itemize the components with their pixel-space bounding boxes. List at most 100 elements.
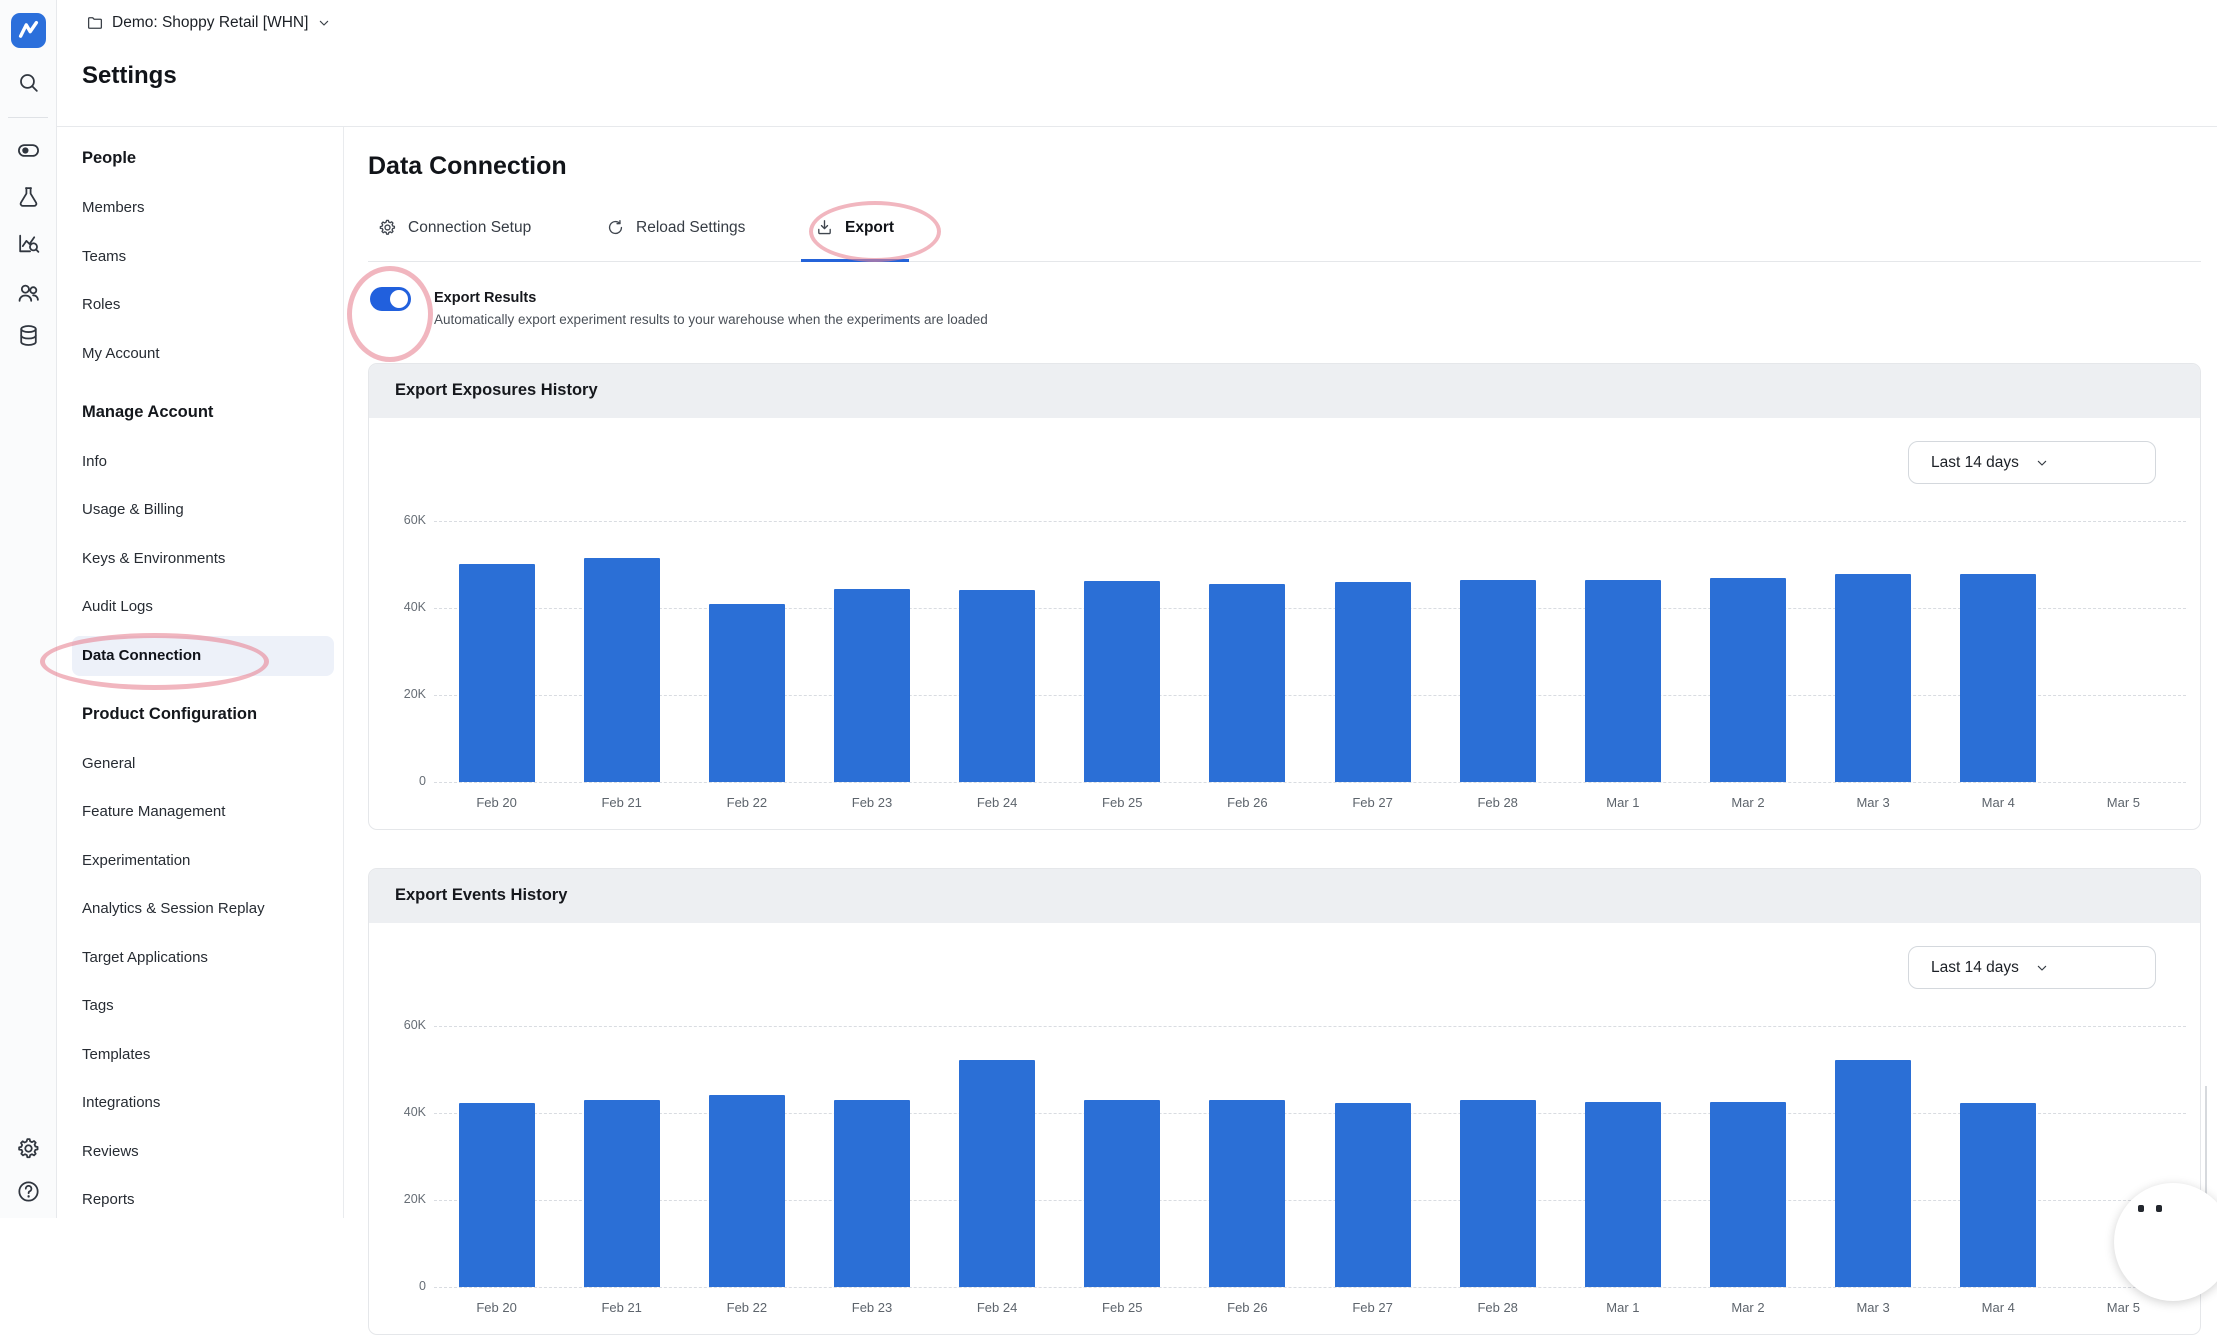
x-axis-tick: Feb 22 bbox=[692, 1300, 802, 1315]
sidebar-item-my-account[interactable]: My Account bbox=[82, 339, 332, 369]
x-axis-tick: Feb 21 bbox=[567, 795, 677, 810]
sidebar-item-analytics-session-replay[interactable]: Analytics & Session Replay bbox=[82, 894, 332, 924]
bar-feb-27 bbox=[1335, 582, 1411, 782]
sidebar-item-info[interactable]: Info bbox=[82, 447, 332, 477]
x-axis-tick: Feb 26 bbox=[1192, 795, 1302, 810]
tab-bar-divider bbox=[368, 261, 2201, 262]
x-axis-tick: Feb 24 bbox=[942, 1300, 1052, 1315]
tab-label: Export bbox=[845, 219, 894, 237]
sidebar-section-heading: Manage Account bbox=[82, 397, 332, 427]
card-title: Export Events History bbox=[395, 886, 567, 905]
search-icon[interactable] bbox=[16, 70, 41, 95]
x-axis-tick: Mar 1 bbox=[1568, 1300, 1678, 1315]
y-axis-tick: 40K bbox=[384, 1105, 426, 1119]
sidebar-item-integrations[interactable]: Integrations bbox=[82, 1088, 332, 1118]
x-axis-tick: Feb 27 bbox=[1318, 1300, 1428, 1315]
x-axis-tick: Mar 3 bbox=[1818, 795, 1928, 810]
x-axis-tick: Mar 5 bbox=[2068, 795, 2178, 810]
analytics-chart-icon[interactable] bbox=[16, 231, 41, 256]
x-axis-tick: Feb 21 bbox=[567, 1300, 677, 1315]
x-axis-tick: Mar 3 bbox=[1818, 1300, 1928, 1315]
page-title: Settings bbox=[82, 62, 177, 90]
x-axis-tick: Feb 20 bbox=[442, 795, 552, 810]
x-axis-tick: Feb 24 bbox=[942, 795, 1052, 810]
tab-reload-settings[interactable]: Reload Settings bbox=[606, 218, 745, 237]
bar-feb-25 bbox=[1084, 1100, 1160, 1287]
feature-toggle-icon[interactable] bbox=[16, 138, 41, 163]
gridline bbox=[434, 1113, 2186, 1114]
sidebar-item-tags[interactable]: Tags bbox=[82, 991, 332, 1021]
x-axis-tick: Feb 25 bbox=[1067, 795, 1177, 810]
card-header: Export Events History bbox=[369, 869, 2200, 923]
bar-mar-4 bbox=[1960, 1103, 2036, 1287]
folder-icon bbox=[86, 14, 104, 32]
bar-feb-24 bbox=[959, 1060, 1035, 1288]
bar-feb-25 bbox=[1084, 581, 1160, 782]
sidebar-item-target-applications[interactable]: Target Applications bbox=[82, 943, 332, 973]
toggle-knob bbox=[390, 290, 408, 308]
fab-glyph bbox=[2138, 1205, 2144, 1212]
x-axis-tick: Mar 2 bbox=[1693, 795, 1803, 810]
x-axis-tick: Feb 22 bbox=[692, 795, 802, 810]
gridline bbox=[434, 1026, 2186, 1027]
x-axis-tick: Feb 26 bbox=[1192, 1300, 1302, 1315]
bar-feb-27 bbox=[1335, 1103, 1411, 1287]
sidebar-item-roles[interactable]: Roles bbox=[82, 290, 332, 320]
gridline bbox=[434, 521, 2186, 522]
sidebar-item-experimentation[interactable]: Experimentation bbox=[82, 846, 332, 876]
rail-divider bbox=[8, 117, 48, 118]
x-axis-tick: Mar 1 bbox=[1568, 795, 1678, 810]
export-results-label: Export Results bbox=[434, 290, 536, 306]
sidebar-item-reviews[interactable]: Reviews bbox=[82, 1137, 332, 1167]
breadcrumb[interactable]: Demo: Shoppy Retail [WHN] bbox=[86, 14, 332, 32]
sidebar-section-heading: Product Configuration bbox=[82, 699, 332, 729]
tab-export[interactable]: Export bbox=[815, 218, 894, 237]
sidebar-item-teams[interactable]: Teams bbox=[82, 242, 332, 272]
gridline bbox=[434, 1287, 2186, 1288]
sidebar-item-keys-environments[interactable]: Keys & Environments bbox=[82, 544, 332, 574]
x-axis-tick: Feb 27 bbox=[1318, 795, 1428, 810]
bar-feb-21 bbox=[584, 1100, 660, 1287]
x-axis-tick: Feb 23 bbox=[817, 1300, 927, 1315]
bar-feb-26 bbox=[1209, 1100, 1285, 1287]
x-axis-tick: Feb 25 bbox=[1067, 1300, 1177, 1315]
app-logo-icon[interactable] bbox=[11, 13, 46, 48]
sidebar-item-usage-billing[interactable]: Usage & Billing bbox=[82, 495, 332, 525]
bar-feb-21 bbox=[584, 558, 660, 782]
header-divider bbox=[57, 126, 2217, 127]
bar-mar-1 bbox=[1585, 580, 1661, 782]
date-range-dropdown[interactable]: Last 14 days bbox=[1908, 946, 2156, 989]
date-range-value: Last 14 days bbox=[1931, 454, 2034, 472]
sidebar-item-templates[interactable]: Templates bbox=[82, 1040, 332, 1070]
x-axis-tick: Feb 28 bbox=[1443, 1300, 1553, 1315]
refresh-icon bbox=[606, 218, 625, 237]
sidebar-section-heading: People bbox=[82, 143, 332, 173]
section-title: Data Connection bbox=[368, 152, 567, 181]
tab-label: Connection Setup bbox=[408, 219, 531, 237]
bar-feb-22 bbox=[709, 1095, 785, 1287]
export-results-toggle[interactable] bbox=[370, 287, 411, 311]
date-range-dropdown[interactable]: Last 14 days bbox=[1908, 441, 2156, 484]
tab-connection-setup[interactable]: Connection Setup bbox=[378, 218, 531, 237]
sidebar-divider bbox=[343, 127, 344, 1218]
sidebar-item-feature-management[interactable]: Feature Management bbox=[82, 797, 332, 827]
sidebar-item-general[interactable]: General bbox=[82, 749, 332, 779]
sidebar-item-data-connection[interactable]: Data Connection bbox=[82, 641, 332, 671]
x-axis-tick: Mar 4 bbox=[1943, 1300, 2053, 1315]
audiences-people-icon[interactable] bbox=[16, 280, 41, 305]
help-icon[interactable] bbox=[16, 1179, 41, 1204]
sidebar-item-reports[interactable]: Reports bbox=[82, 1185, 332, 1215]
bar-feb-22 bbox=[709, 604, 785, 782]
data-database-icon[interactable] bbox=[16, 323, 41, 348]
settings-gear-icon[interactable] bbox=[16, 1136, 41, 1161]
chart-card-0: Export Exposures HistoryLast 14 days020K… bbox=[368, 363, 2201, 830]
chevron-down-icon bbox=[316, 15, 332, 31]
export-results-description: Automatically export experiment results … bbox=[434, 312, 988, 327]
bar-feb-28 bbox=[1460, 580, 1536, 782]
experiments-flask-icon[interactable] bbox=[16, 185, 41, 210]
sidebar-item-members[interactable]: Members bbox=[82, 193, 332, 223]
x-axis-tick: Mar 2 bbox=[1693, 1300, 1803, 1315]
tab-label: Reload Settings bbox=[636, 219, 745, 237]
sidebar-item-audit-logs[interactable]: Audit Logs bbox=[82, 592, 332, 622]
chevron-down-icon bbox=[2034, 455, 2137, 471]
